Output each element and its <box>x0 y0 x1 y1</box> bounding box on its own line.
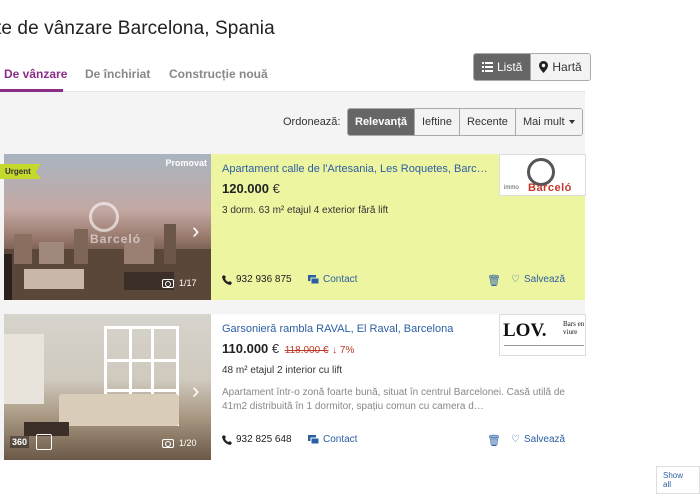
trash-icon[interactable]: 🗑 <box>487 434 501 447</box>
watermark-logo <box>89 202 119 232</box>
contact-label: Contact <box>323 274 358 285</box>
contact-label: Contact <box>323 434 358 445</box>
agency-logo-divider <box>504 345 584 346</box>
agency-logo-prefix: immo <box>504 185 519 191</box>
map-pin-icon <box>539 61 549 73</box>
photo-count-text: 1/20 <box>179 438 197 448</box>
currency: € <box>272 181 280 196</box>
show-all-button[interactable]: Show all <box>656 466 700 494</box>
chevron-down-icon <box>568 120 575 125</box>
listing-card[interactable]: Barceló › 1/17 Promovat Urgent Apartamen… <box>0 154 586 300</box>
page-title: te de vânzare Barcelona, Spania <box>0 18 275 39</box>
save-button[interactable]: ♡ Salvează <box>511 274 565 285</box>
listing-title-link[interactable]: Apartament calle de l'Artesania, Les Roq… <box>222 163 490 175</box>
360-view-badge[interactable]: 360 <box>10 436 30 448</box>
promoted-badge: Promovat <box>165 158 207 168</box>
listing-photo[interactable]: › 360 1/20 <box>4 314 211 460</box>
phone-text: 932 936 875 <box>236 274 292 285</box>
agency-logo[interactable]: LOV. Bars en viure <box>499 314 586 356</box>
save-label: Salvează <box>523 274 566 285</box>
price-row: 120.000 € <box>222 181 280 196</box>
camera-icon <box>162 278 174 288</box>
next-photo-arrow-icon[interactable]: › <box>192 378 199 404</box>
price-row: 110.000 € 118.000 € ↓ 7% <box>222 341 354 356</box>
sort-options: Relevanță Ieftine Recente Mai mult <box>347 108 583 136</box>
list-icon <box>482 62 493 72</box>
view-toggle: Listă Hartă <box>473 53 591 81</box>
photo-count: 1/17 <box>162 278 197 288</box>
photo-count: 1/20 <box>162 438 197 448</box>
tab-new-construction[interactable]: Construcție nouă <box>169 67 268 81</box>
listing-details: 3 dorm. 63 m² etajul 4 exterior fără lif… <box>222 205 389 216</box>
agency-logo-text: LOV. <box>503 320 547 341</box>
listing-price: 110.000 <box>222 341 269 356</box>
trash-icon[interactable]: 🗑 <box>487 274 501 287</box>
heart-icon: ♡ <box>511 274 520 285</box>
currency: € <box>271 341 280 356</box>
sort-more-dropdown[interactable]: Mai mult <box>514 109 582 135</box>
urgent-badge: Urgent <box>0 164 41 179</box>
listing-details: 48 m² etajul 2 interior cu lift <box>222 365 343 376</box>
phone-icon <box>222 274 232 285</box>
chat-icon <box>308 434 319 444</box>
agency-logo-text: Barceló <box>528 182 572 194</box>
old-price: 118.000 € <box>284 345 329 356</box>
phone-number[interactable]: 932 936 875 <box>222 274 292 285</box>
photo-count-text: 1/17 <box>179 278 197 288</box>
map-view-label: Hartă <box>552 60 582 74</box>
list-view-button[interactable]: Listă <box>474 54 531 80</box>
sort-more-label: Mai mult <box>522 116 565 128</box>
phone-number[interactable]: 932 825 648 <box>222 434 292 445</box>
next-photo-arrow-icon[interactable]: › <box>192 218 199 244</box>
save-label: Salvează <box>523 434 566 445</box>
contact-button[interactable]: Contact <box>308 274 357 285</box>
sort-relevance-button[interactable]: Relevanță <box>348 109 414 135</box>
heart-icon: ♡ <box>511 434 520 445</box>
agency-logo[interactable]: immo Barceló <box>499 154 586 196</box>
list-view-label: Listă <box>497 60 523 74</box>
phone-text: 932 825 648 <box>236 434 292 445</box>
chat-icon <box>308 274 319 284</box>
sort-bar: Ordonează: Relevanță Ieftine Recente Mai… <box>0 92 585 150</box>
floor-plan-icon[interactable] <box>36 434 52 450</box>
camera-icon <box>162 438 174 448</box>
agency-logo-tagline: Bars en viure <box>563 320 585 336</box>
contact-button[interactable]: Contact <box>308 434 357 445</box>
sort-label: Ordonează: <box>283 116 341 128</box>
map-view-button[interactable]: Hartă <box>530 54 590 80</box>
sort-cheapest-button[interactable]: Ieftine <box>413 109 459 135</box>
listing-price: 120.000 <box>222 181 269 196</box>
save-button[interactable]: ♡ Salvează <box>511 434 565 445</box>
sort-recent-button[interactable]: Recente <box>458 109 515 135</box>
listing-title-link[interactable]: Garsonieră rambla RAVAL, El Raval, Barce… <box>222 323 490 335</box>
tab-for-sale[interactable]: De vânzare <box>4 67 67 81</box>
price-drop: ↓ 7% <box>332 345 355 356</box>
listing-card[interactable]: › 360 1/20 Garsonieră rambla RAVAL, El R… <box>4 314 586 460</box>
phone-icon <box>222 434 232 445</box>
tab-for-rent[interactable]: De închiriat <box>85 67 150 81</box>
listing-description: Apartament într-o zonă foarte bună, situ… <box>222 387 565 412</box>
photo-watermark: Barceló <box>90 232 142 246</box>
